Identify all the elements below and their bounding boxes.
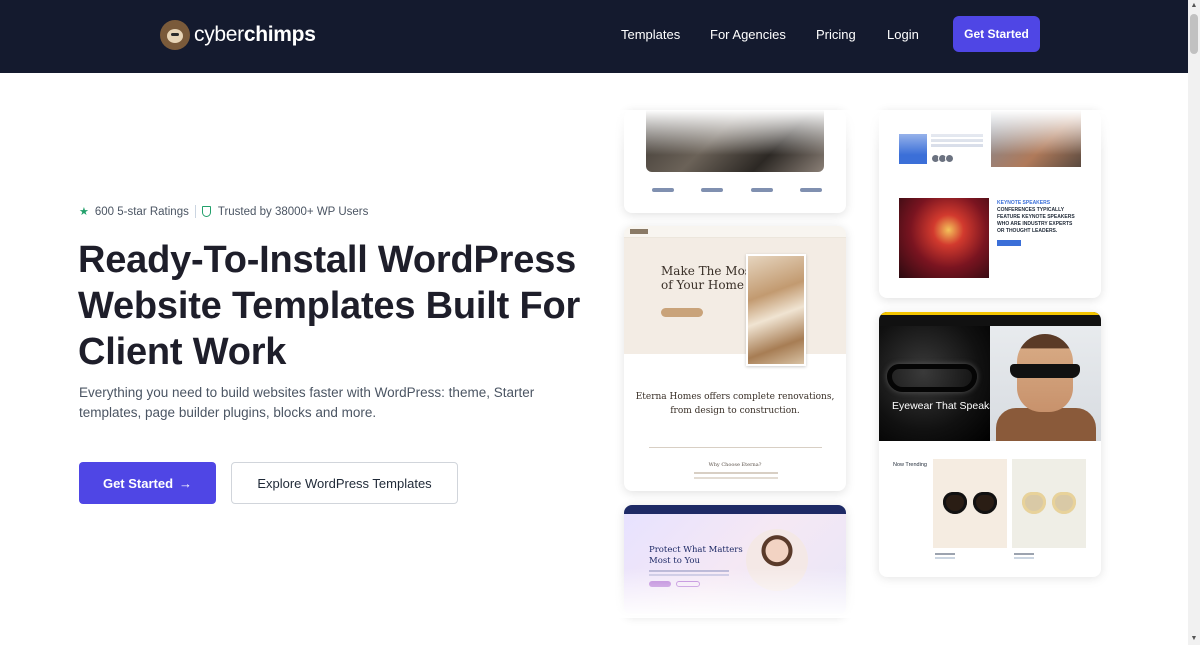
interior-photo [746, 254, 806, 366]
trending-label: Now Trending [893, 462, 927, 468]
eyewear-title: Eyewear That Speaks [892, 400, 995, 412]
page: cyberchimps Templates For Agencies Prici… [0, 0, 1200, 645]
ratings-text: 600 5-star Ratings [94, 205, 189, 218]
keynote-button [997, 240, 1021, 246]
keynote-text: CONFERENCES TYPICALLY FEATURE KEYNOTE SP… [997, 207, 1075, 234]
nav-login[interactable]: Login [887, 27, 919, 42]
star-icon: ★ [79, 206, 89, 218]
scroll-thumb[interactable] [1190, 14, 1198, 54]
home-button [661, 308, 703, 317]
page-scrollbar[interactable]: ▲ ▼ [1188, 0, 1200, 645]
header-get-started-button[interactable]: Get Started [953, 16, 1040, 52]
hero-headline: Ready-To-Install WordPress Website Templ… [78, 239, 581, 373]
speaker-avatars [931, 154, 954, 163]
divider [194, 205, 196, 218]
keynote-title: KEYNOTE SPEAKERS [997, 200, 1051, 206]
logo[interactable]: cyberchimps [160, 20, 316, 50]
stats-row [652, 188, 822, 194]
model-coat [996, 408, 1096, 441]
text-lines [694, 472, 778, 474]
preview-topbar [624, 505, 846, 514]
product-card [1012, 459, 1086, 548]
template-preview-eyewear[interactable]: Eyewear That Speaks Now Trending [879, 312, 1101, 577]
collage-fade-bottom [610, 568, 1120, 618]
brand-mark [630, 229, 648, 234]
shield-icon [201, 206, 211, 217]
template-preview-eterna-homes[interactable]: Make The Most of Your Home Eterna Homes … [624, 226, 846, 491]
product-card [933, 459, 1007, 548]
sunglasses-photo [879, 326, 990, 441]
preview-hero [624, 238, 846, 354]
ratings-row: ★ 600 5-star Ratings Trusted by 38000+ W… [79, 205, 368, 218]
divider [649, 447, 822, 448]
arrow-right-icon: → [179, 475, 193, 491]
scroll-down-arrow-icon[interactable]: ▼ [1190, 635, 1198, 643]
preview-nav [879, 312, 1101, 326]
get-started-label: Get Started [102, 475, 174, 491]
explore-templates-button[interactable]: Explore WordPress Templates [231, 462, 458, 504]
home-quote: Eterna Homes offers complete renovations… [635, 392, 835, 416]
home-why: Why Choose Eterna? [708, 462, 762, 468]
nav-templates[interactable]: Templates [621, 27, 680, 42]
get-started-button[interactable]: Get Started → [79, 462, 216, 504]
scroll-up-arrow-icon[interactable]: ▲ [1190, 2, 1198, 10]
chimp-logo-icon [160, 20, 190, 50]
product-caption [1014, 553, 1034, 555]
model-sunglasses [1010, 364, 1080, 378]
nav-pricing[interactable]: Pricing [816, 27, 856, 42]
sunglasses-shape [887, 364, 977, 392]
collage-fade-top [610, 110, 1120, 155]
protect-title: Protect What Matters Most to You [649, 545, 743, 566]
site-header: cyberchimps Templates For Agencies Prici… [0, 0, 1188, 73]
logo-text: cyberchimps [194, 23, 316, 46]
stage-photo [899, 198, 989, 278]
hero-subtext: Everything you need to build websites fa… [79, 385, 535, 420]
preview-topbar [624, 226, 846, 238]
trusted-text: Trusted by 38000+ WP Users [217, 205, 369, 218]
product-caption [935, 553, 955, 555]
nav-for-agencies[interactable]: For Agencies [710, 27, 786, 42]
